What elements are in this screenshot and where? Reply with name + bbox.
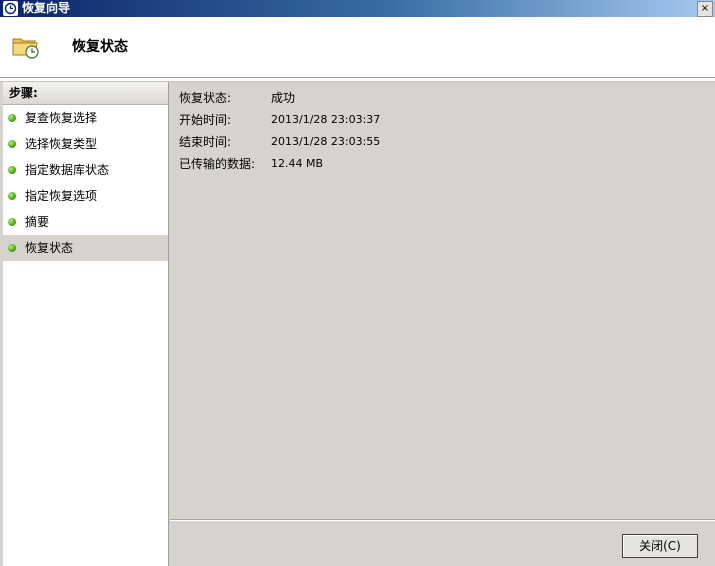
end-time-value: 2013/1/28 23:03:55 [271,135,381,148]
steps-sidebar: 步骤: 复查恢复选择 选择恢复类型 指定数据库状态 指定恢复选项 摘要 恢复状态 [3,82,169,566]
step-complete-icon [8,140,16,148]
steps-header: 步骤: [3,82,168,105]
start-time-value: 2013/1/28 23:03:37 [271,113,381,126]
clock-icon [3,1,18,16]
step-review-selection[interactable]: 复查恢复选择 [3,105,168,131]
transferred-data-label: 已传输的数据: [179,157,256,171]
wizard-header: 恢复状态 [0,17,715,78]
step-label: 选择恢复类型 [25,137,98,151]
window-title-bar: 恢复向导 × [0,0,715,17]
close-button[interactable]: 关闭(C) [622,534,698,558]
step-label: 恢复状态 [25,241,74,255]
step-complete-icon [8,166,16,174]
step-summary[interactable]: 摘要 [3,209,168,235]
step-select-recovery-type[interactable]: 选择恢复类型 [3,131,168,157]
step-complete-icon [8,244,16,252]
start-time-label: 开始时间: [179,113,232,127]
transferred-data-value: 12.44 MB [271,157,324,170]
folder-restore-icon [11,33,41,61]
step-recovery-status[interactable]: 恢复状态 [3,235,168,261]
step-complete-icon [8,114,16,122]
wizard-footer: 关闭(C) [170,521,715,566]
step-database-state[interactable]: 指定数据库状态 [3,157,168,183]
step-recovery-options[interactable]: 指定恢复选项 [3,183,168,209]
recovery-status-value: 成功 [271,91,296,105]
end-time-label: 结束时间: [179,135,232,149]
step-complete-icon [8,218,16,226]
window-close-button[interactable]: × [697,1,713,17]
step-complete-icon [8,192,16,200]
page-title: 恢复状态 [72,39,128,55]
window-title: 恢复向导 [22,1,71,15]
step-label: 指定恢复选项 [25,189,98,203]
step-label: 指定数据库状态 [25,163,110,177]
step-label: 摘要 [25,215,50,229]
recovery-status-label: 恢复状态: [179,91,232,105]
step-label: 复查恢复选择 [25,111,98,125]
status-panel: 恢复状态: 成功 开始时间: 2013/1/28 23:03:37 结束时间: … [170,82,715,518]
